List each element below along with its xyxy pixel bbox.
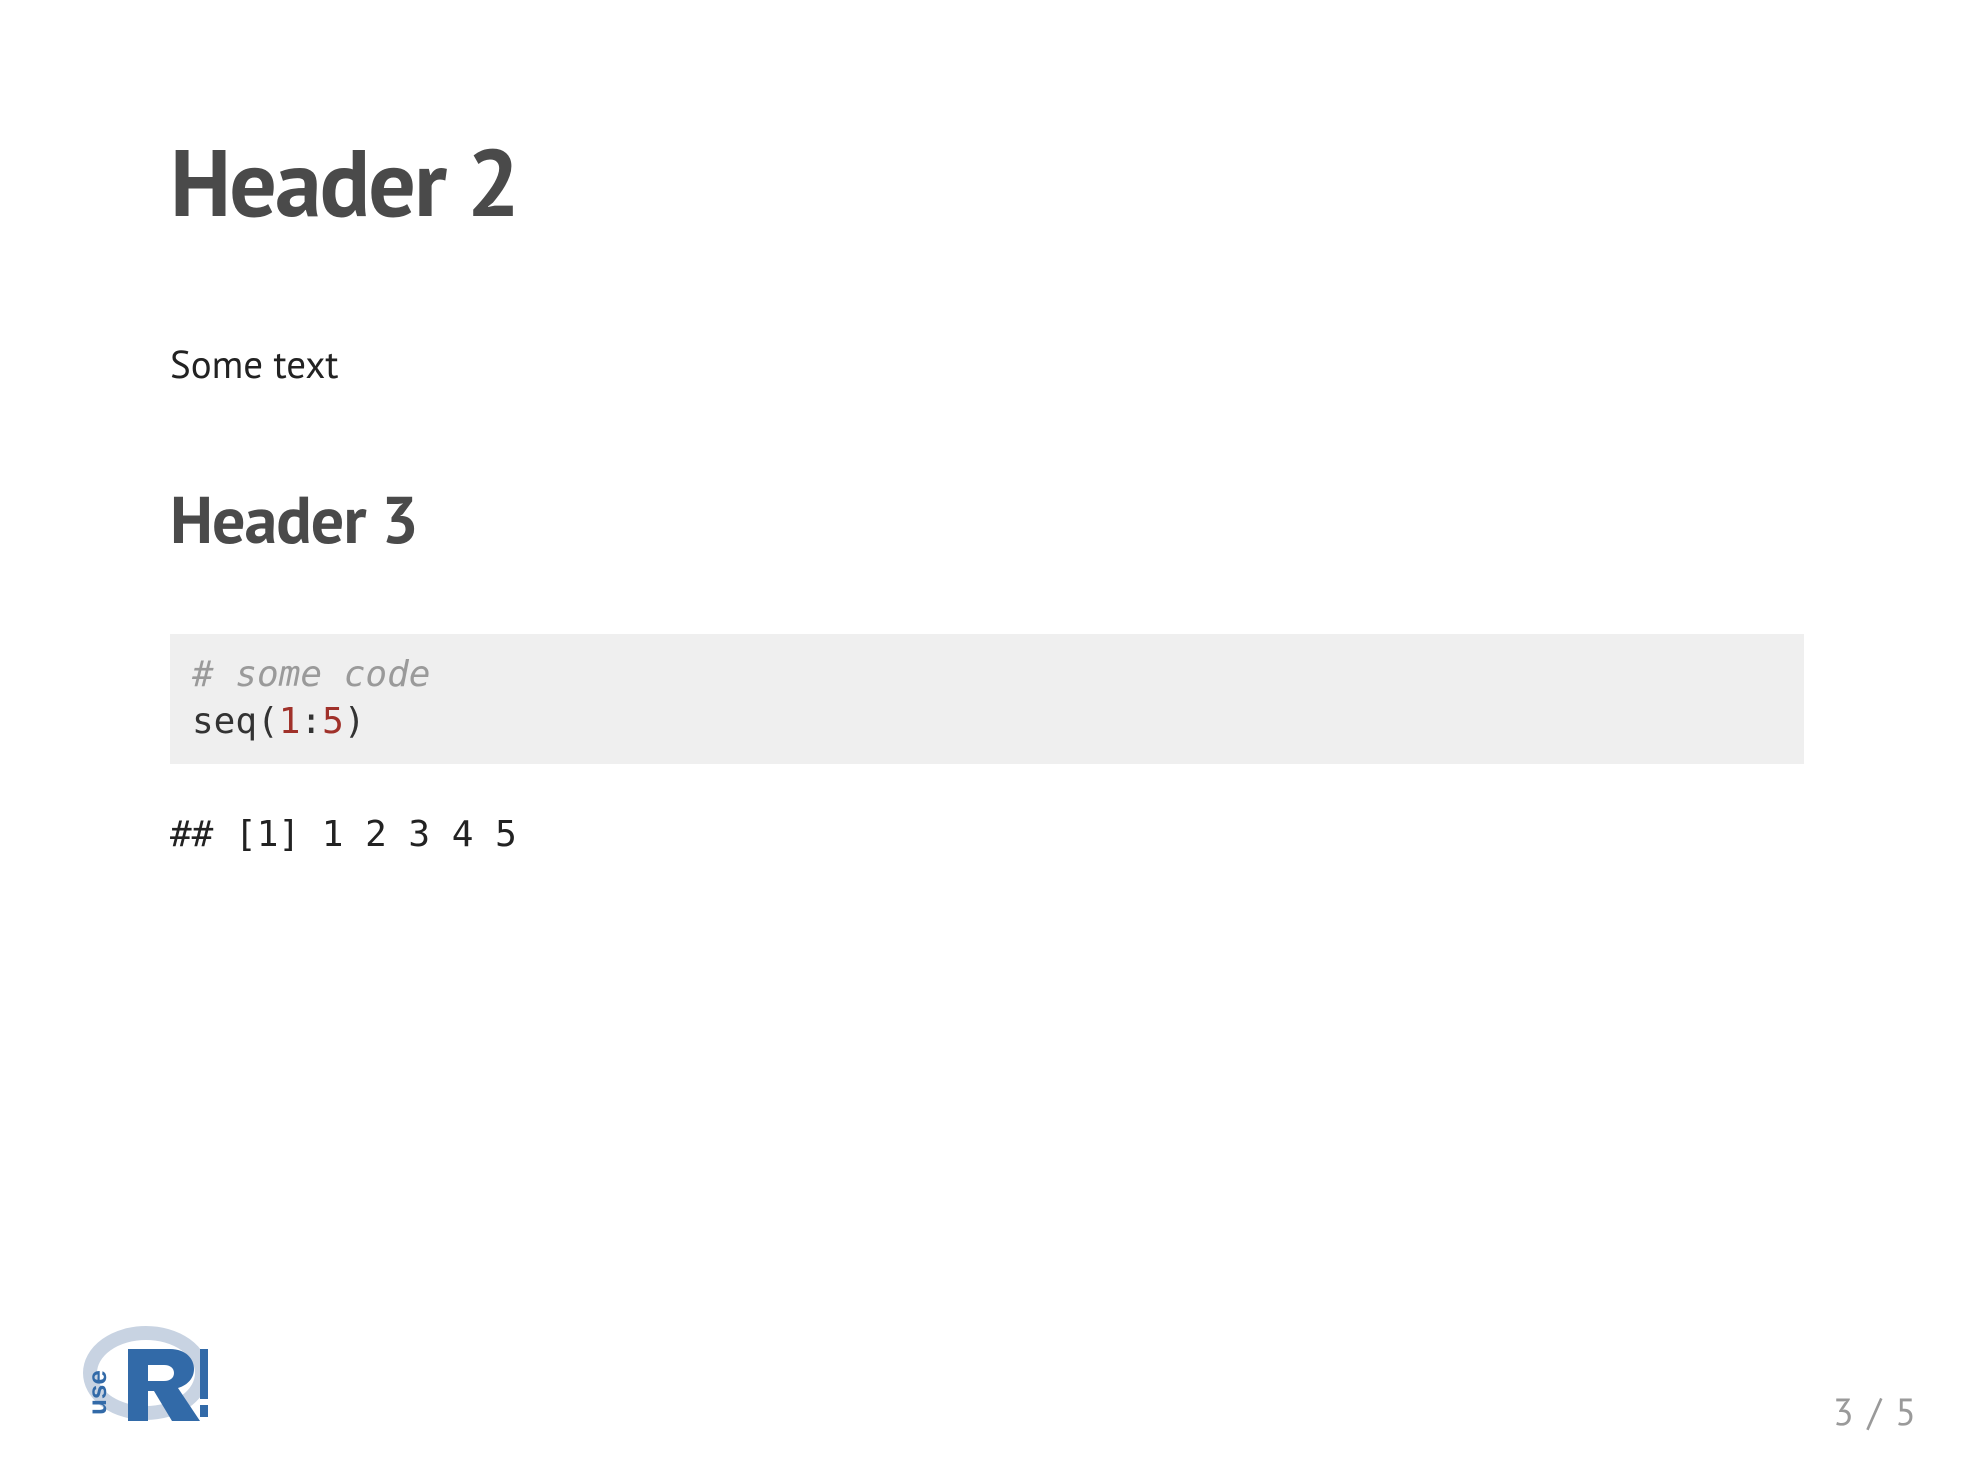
code-output: ## [1] 1 2 3 4 5 — [170, 814, 1804, 855]
slide-body-text: Some text — [170, 338, 1804, 389]
code-num-2: 5 — [322, 701, 344, 742]
code-open-paren: ( — [257, 701, 279, 742]
code-comment: # some code — [192, 654, 430, 695]
slide-header-3: Header 3 — [170, 477, 1804, 562]
page-number: 3 / 5 — [1833, 1387, 1918, 1436]
use-r-logo: use — [58, 1319, 208, 1432]
code-colon: : — [300, 701, 322, 742]
code-num-1: 1 — [279, 701, 301, 742]
svg-text:use: use — [82, 1370, 112, 1415]
presentation-slide: Header 2 Some text Header 3 # some code … — [0, 0, 1974, 1474]
bottom-fade — [0, 1244, 1974, 1474]
code-block: # some code seq(1:5) — [170, 634, 1804, 764]
code-fn: seq — [192, 701, 257, 742]
code-close-paren: ) — [344, 701, 366, 742]
slide-header-2: Header 2 — [170, 120, 1804, 242]
